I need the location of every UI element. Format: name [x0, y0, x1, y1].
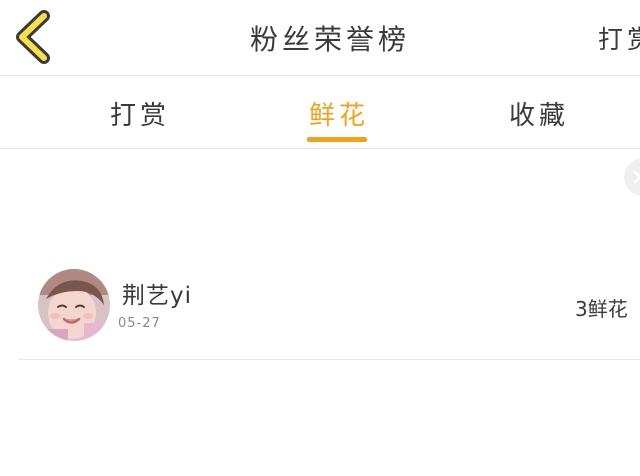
top-bar: 粉丝荣誉榜 打赏	[0, 0, 640, 76]
fan-date: 05-27	[118, 316, 161, 331]
list-item[interactable]: 荆艺yi 05-27 3鲜花	[18, 262, 640, 360]
close-button[interactable]	[624, 158, 640, 196]
page-title: 粉丝荣誉榜	[249, 23, 410, 56]
close-icon	[633, 170, 640, 184]
flower-count: 3鲜花	[575, 297, 628, 321]
tab-reward[interactable]: 打赏	[110, 95, 170, 132]
tab-flowers[interactable]: 鲜花	[309, 95, 369, 132]
tab-bar: 打赏 鲜花 收藏	[0, 77, 640, 149]
reward-link[interactable]: 打赏	[598, 20, 640, 56]
avatar[interactable]	[38, 269, 110, 341]
active-tab-indicator	[307, 137, 367, 142]
fan-name: 荆艺yi	[122, 283, 193, 309]
tab-favorites[interactable]: 收藏	[509, 95, 569, 132]
